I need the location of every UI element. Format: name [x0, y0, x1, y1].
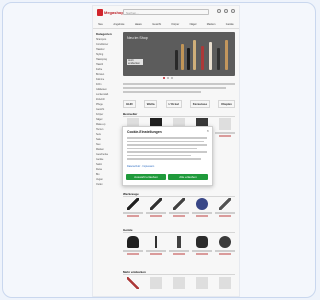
shop-page: Megashop Suchen... Neu Angebote Haare Ge…: [93, 6, 239, 296]
cookie-links[interactable]: Datenschutz · Impressum: [127, 165, 154, 168]
accept-all-button[interactable]: Alle erlauben: [168, 174, 208, 180]
cookie-text: [127, 137, 207, 162]
cookie-dialog: Cookie-Einstellungen × Datenschutz · Imp…: [122, 126, 213, 186]
accept-selected-button[interactable]: Auswahl erlauben: [126, 174, 166, 180]
cookie-title: Cookie-Einstellungen: [127, 130, 162, 134]
close-icon[interactable]: ×: [207, 129, 209, 133]
